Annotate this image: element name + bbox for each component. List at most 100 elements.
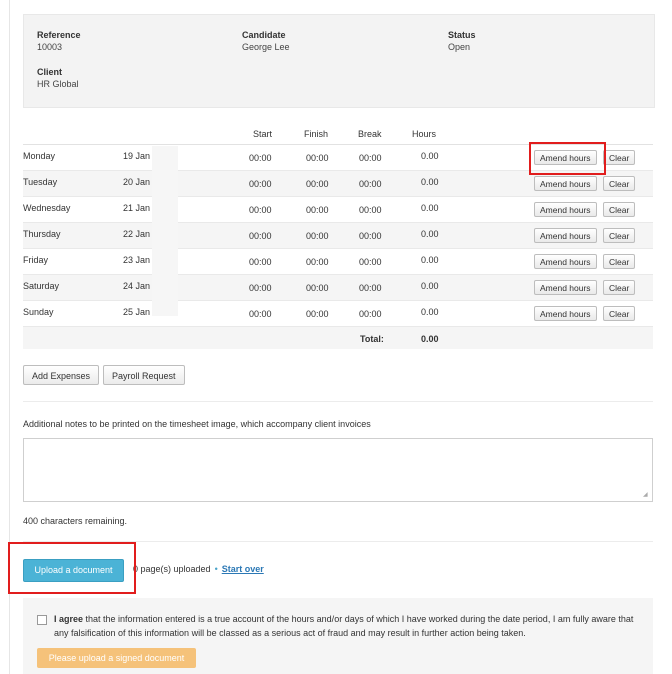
finish-cell: 00:00 [306,309,329,319]
amend-hours-button[interactable]: Amend hours [534,176,597,191]
break-cell: 00:00 [359,205,382,215]
finish-cell: 00:00 [306,179,329,189]
upload-status: 0 page(s) uploaded • Start over [133,564,264,574]
day-cell: Thursday [23,229,61,239]
payroll-request-button[interactable]: Payroll Request [103,365,185,385]
start-cell: 00:00 [249,153,272,163]
clear-button[interactable]: Clear [603,228,636,243]
reference-label: Reference [37,30,81,40]
hours-cell: 0.00 [421,281,439,291]
date-cell: 23 Jan [123,255,151,265]
agree-checkbox[interactable] [37,615,47,625]
agreement-panel: I agree that the information entered is … [23,598,653,674]
table-row: Thursday 22 Jan 00:00 00:00 00:00 0.00 Amend h… [23,223,653,249]
status-field: Status Open [448,30,476,52]
amend-hours-button[interactable]: Amend hours [534,150,597,165]
date-cell: 24 Jan [123,281,151,291]
amend-hours-button[interactable]: Amend hours [534,254,597,269]
hours-cell: 0.00 [421,255,439,265]
clear-button[interactable]: Clear [603,254,636,269]
upload-count: 0 page(s) uploaded [133,564,211,574]
clear-button[interactable]: Clear [603,280,636,295]
agree-bold: I agree [54,614,84,624]
client-value: HR Global [37,79,79,89]
clear-button[interactable]: Clear [603,202,636,217]
amend-hours-button[interactable]: Amend hours [534,280,597,295]
divider [23,401,653,402]
start-over-link[interactable]: Start over [222,564,264,574]
amend-hours-button[interactable]: Amend hours [534,306,597,321]
date-cell: 20 Jan [123,177,151,187]
notes-textarea[interactable] [23,438,653,502]
candidate-value: George Lee [242,42,290,52]
amend-hours-button[interactable]: Amend hours [534,228,597,243]
notes-label: Additional notes to be printed on the ti… [23,419,371,429]
finish-cell: 00:00 [306,153,329,163]
date-cell: 25 Jan [123,307,151,317]
amend-hours-button[interactable]: Amend hours [534,202,597,217]
clear-button[interactable]: Clear [603,306,636,321]
resize-grip-icon[interactable]: ◢ [643,492,649,498]
date-cell: 21 Jan [123,203,151,213]
hours-cell: 0.00 [421,203,439,213]
break-cell: 00:00 [359,153,382,163]
hours-table: Start Finish Break Hours Monday 19 Jan 00:… [23,126,653,349]
finish-cell: 00:00 [306,205,329,215]
status-value: Open [448,42,471,52]
divider [23,541,653,542]
agreement-text: I agree that the information entered is … [54,612,644,640]
reference-value: 10003 [37,42,63,52]
finish-cell: 00:00 [306,257,329,267]
total-row: Total: 0.00 [23,327,653,349]
finish-cell: 00:00 [306,231,329,241]
table-row: Tuesday 20 Jan 00:00 00:00 00:00 0.00 Amend ho… [23,171,653,197]
table-row: Sunday 25 Jan 00:00 00:00 00:00 0.00 Amend hou… [23,301,653,327]
characters-remaining: 400 characters remaining. [23,516,128,526]
break-cell: 00:00 [359,309,382,319]
start-cell: 00:00 [249,179,272,189]
break-cell: 00:00 [359,231,382,241]
candidate-field: Candidate George Lee [242,30,290,52]
hours-cell: 0.00 [421,307,439,317]
header-break: Break [358,129,382,139]
day-cell: Wednesday [23,203,71,213]
day-cell: Friday [23,255,49,265]
start-cell: 00:00 [249,205,272,215]
client-label: Client [37,67,63,77]
client-field: Client HR Global [37,67,79,89]
timesheet-info-panel: Reference 10003 Candidate George Lee Sta… [23,14,655,108]
break-cell: 00:00 [359,257,382,267]
upload-document-button[interactable]: Upload a document [23,559,124,582]
candidate-label: Candidate [242,30,286,40]
table-row: Saturday 24 Jan 00:00 00:00 00:00 0.00 Amend h… [23,275,653,301]
hours-cell: 0.00 [421,177,439,187]
total-label: Total: [360,334,384,344]
header-start: Start [253,129,273,139]
break-cell: 00:00 [359,179,382,189]
date-cell: 22 Jan [123,229,151,239]
hours-cell: 0.00 [421,151,439,161]
clear-button[interactable]: Clear [603,150,636,165]
add-expenses-button[interactable]: Add Expenses [23,365,100,385]
clear-button[interactable]: Clear [603,176,636,191]
day-cell: Saturday [23,281,60,291]
upload-signed-document-button[interactable]: Please upload a signed document [37,648,196,668]
break-cell: 00:00 [359,283,382,293]
header-hours: Hours [412,129,437,139]
table-row: Friday 23 Jan 00:00 00:00 00:00 0.00 Amend hou… [23,249,653,275]
table-row: Monday 19 Jan 00:00 00:00 00:00 0.00 Amend hou… [23,145,653,171]
start-cell: 00:00 [249,231,272,241]
day-cell: Sunday [23,307,54,317]
start-cell: 00:00 [249,257,272,267]
redacted-area [152,146,178,316]
day-cell: Tuesday [23,177,58,187]
start-cell: 00:00 [249,283,272,293]
start-cell: 00:00 [249,309,272,319]
total-value: 0.00 [421,334,439,344]
left-border [9,0,10,674]
header-finish: Finish [304,129,329,139]
separator-dot: • [214,564,218,574]
finish-cell: 00:00 [306,283,329,293]
table-header: Start Finish Break Hours [23,126,653,145]
status-label: Status [448,30,476,40]
